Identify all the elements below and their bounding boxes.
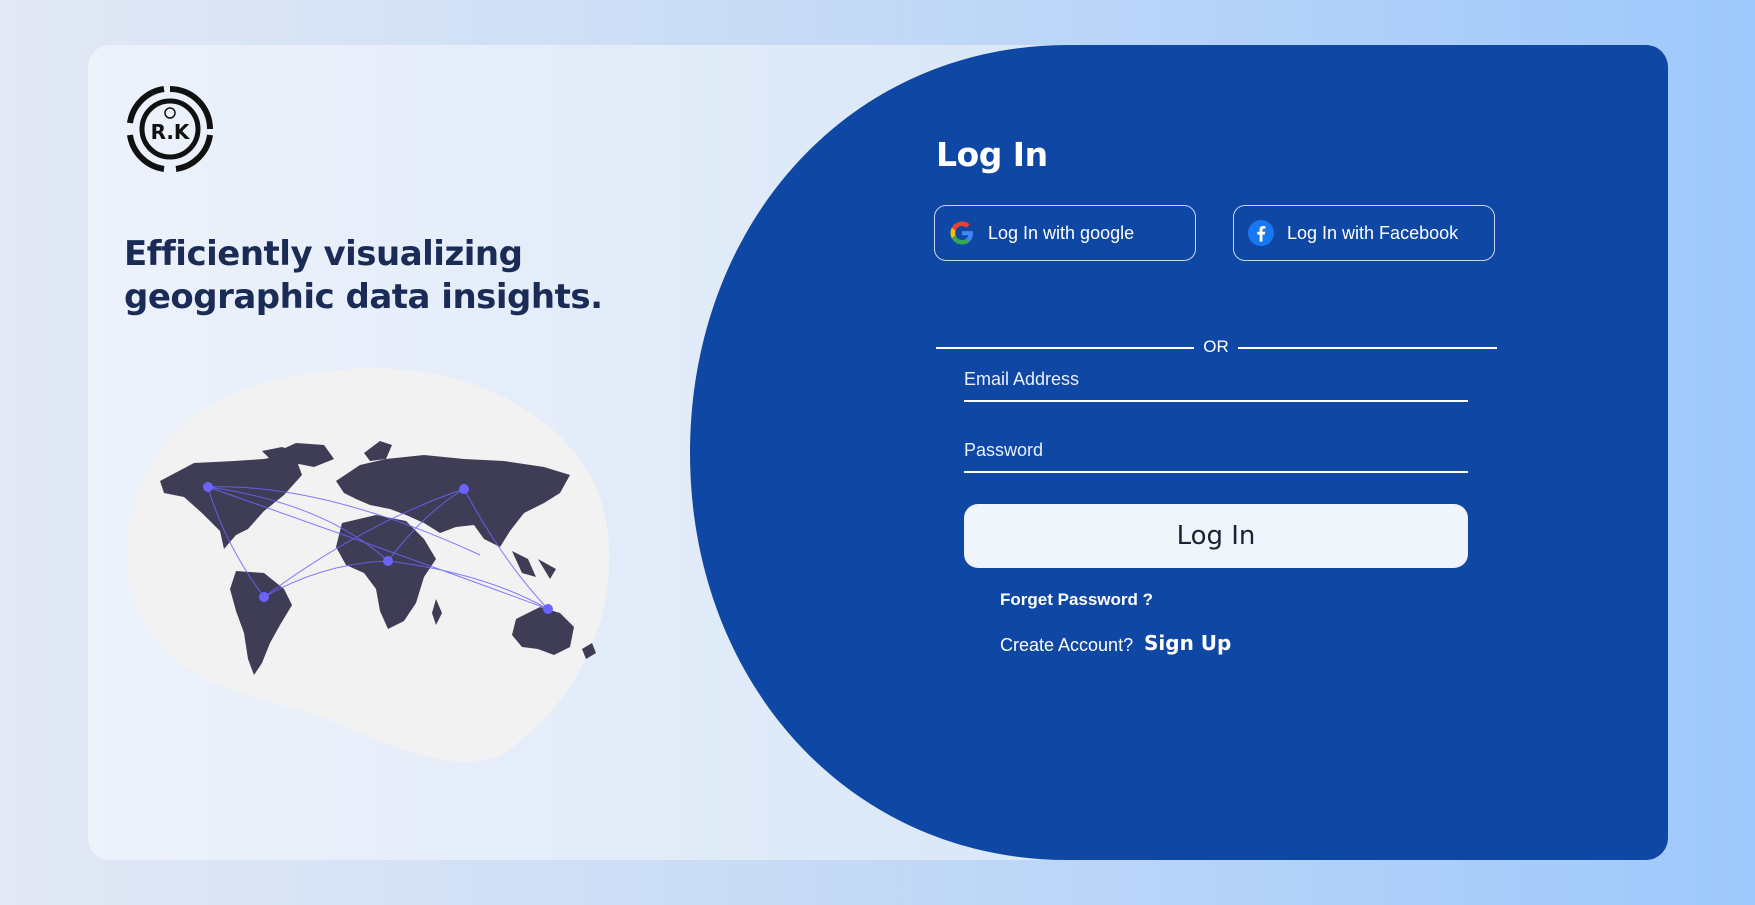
or-divider-text: OR <box>1203 337 1229 356</box>
sign-up-link[interactable]: Sign Up <box>1144 631 1231 655</box>
forget-password-link[interactable]: Forget Password ? <box>1000 590 1153 610</box>
login-submit-button[interactable]: Log In <box>964 504 1468 568</box>
create-account-prompt: Create Account? <box>1000 635 1134 655</box>
google-icon <box>948 219 976 247</box>
google-login-button[interactable]: Log In with google <box>934 205 1196 261</box>
login-title: Log In <box>936 135 1048 174</box>
login-card: R.K Efficiently visualizing geographic d… <box>88 45 1668 860</box>
password-input[interactable] <box>964 431 1468 469</box>
divider-line-left <box>936 347 1194 349</box>
or-divider: OR <box>936 337 1497 357</box>
facebook-login-label: Log In with Facebook <box>1287 222 1459 243</box>
password-field-wrapper <box>964 431 1468 473</box>
email-input[interactable] <box>964 360 1468 398</box>
email-field-wrapper <box>964 360 1468 402</box>
facebook-icon <box>1247 219 1275 247</box>
facebook-login-button[interactable]: Log In with Facebook <box>1233 205 1495 261</box>
divider-line-right <box>1238 347 1497 349</box>
google-login-label: Log In with google <box>988 222 1135 243</box>
